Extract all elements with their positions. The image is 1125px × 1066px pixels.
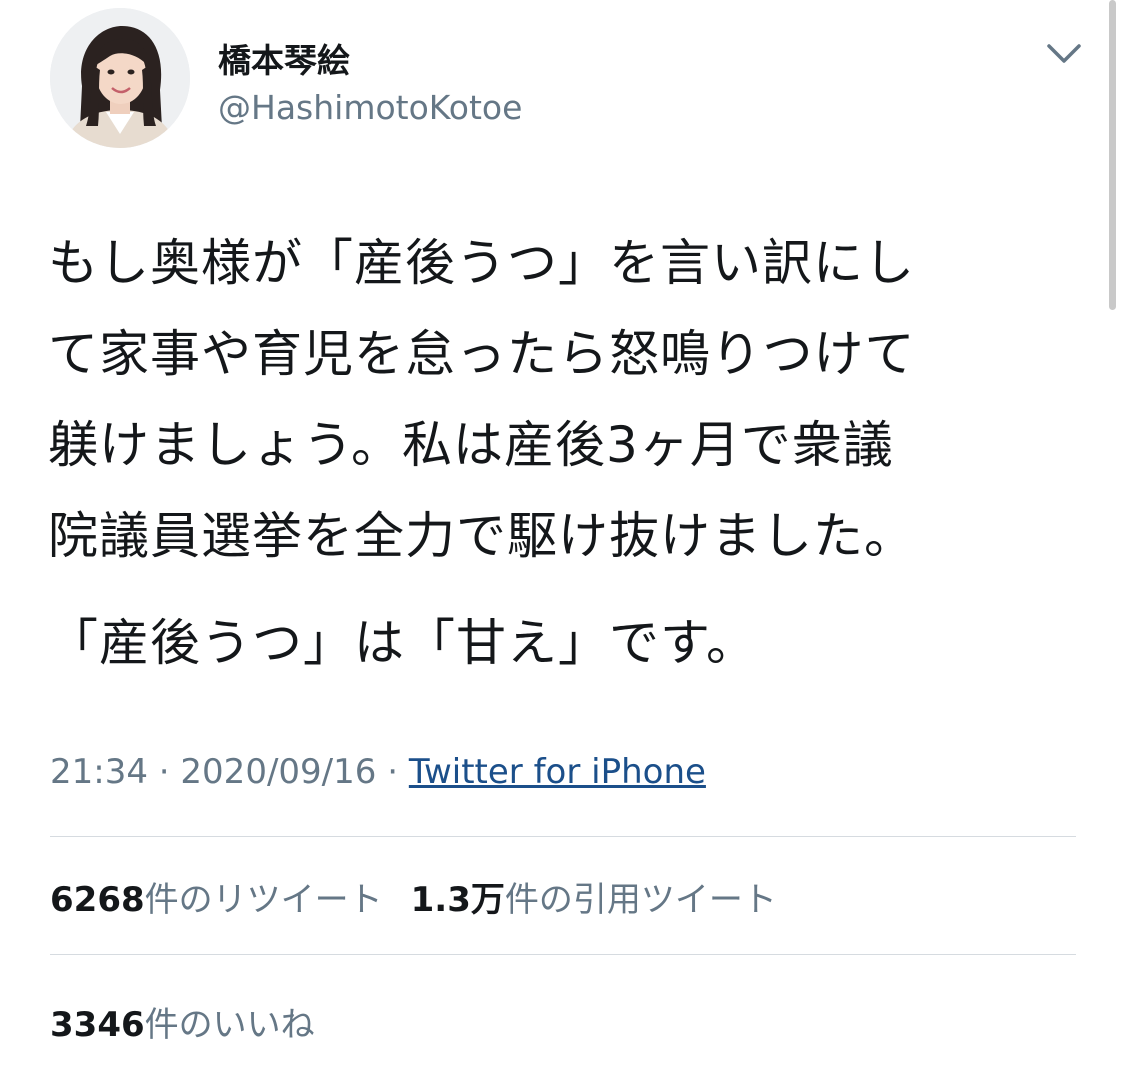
- divider: [50, 954, 1076, 955]
- likes-stat[interactable]: 3346件のいいね: [50, 1005, 315, 1045]
- chevron-down-icon[interactable]: [1046, 42, 1082, 66]
- display-name[interactable]: 橋本琴絵: [218, 34, 350, 82]
- tweet-header: 橋本琴絵 @HashimotoKotoe: [50, 8, 1090, 150]
- retweets-label: 件のリツイート: [144, 880, 383, 920]
- tweet-line: 院議員選挙を全力で駆け抜けました。: [48, 507, 915, 565]
- divider: [50, 836, 1076, 837]
- likes-label: 件のいいね: [144, 1005, 315, 1045]
- quotes-label: 件の引用ツイート: [504, 880, 777, 920]
- tweet-line: 躾けましょう。私は産後3ヶ月で衆議: [48, 416, 894, 474]
- avatar[interactable]: [50, 8, 190, 148]
- likes-count: 3346: [50, 1005, 145, 1045]
- tweet-source-link[interactable]: Twitter for iPhone: [409, 752, 706, 792]
- meta-separator: ·: [387, 752, 399, 792]
- scrollbar[interactable]: [1109, 0, 1116, 310]
- tweet-text: もし奥様が「産後うつ」を言い訳にし て家事や育児を怠ったら怒鳴りつけて 躾けまし…: [48, 218, 1068, 689]
- quotes-count: 1.3万: [410, 880, 505, 920]
- retweets-stat[interactable]: 6268件のリツイート: [50, 880, 383, 920]
- profile-photo-icon: [50, 8, 190, 148]
- retweets-count: 6268: [50, 880, 145, 920]
- meta-separator: ·: [158, 752, 170, 792]
- tweet-line: て家事や育児を怠ったら怒鳴りつけて: [48, 325, 916, 383]
- tweet-date: 2020/09/16: [180, 752, 377, 792]
- tweet-meta: 21:34 · 2020/09/16 · Twitter for iPhone: [50, 752, 706, 792]
- quotes-stat[interactable]: 1.3万件の引用ツイート: [411, 880, 777, 920]
- user-handle[interactable]: @HashimotoKotoe: [218, 88, 522, 127]
- tweet-line: もし奥様が「産後うつ」を言い訳にし: [48, 234, 915, 292]
- engagement-stats: 6268件のリツイート 1.3万件の引用ツイート: [50, 872, 777, 921]
- tweet-time: 21:34: [50, 752, 148, 792]
- likes-row: 3346件のいいね: [50, 997, 315, 1046]
- tweet-last-line: 「産後うつ」は「甘え」です。: [48, 614, 757, 672]
